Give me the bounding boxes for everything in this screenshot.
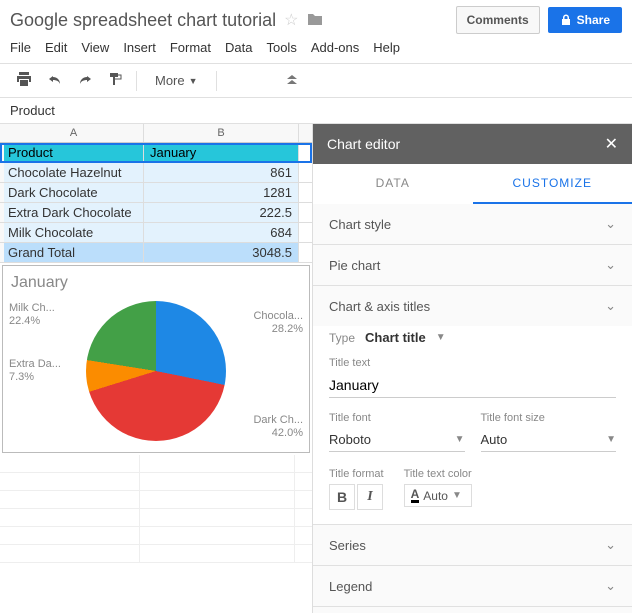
paint-format-icon[interactable]	[102, 68, 128, 93]
col-header-a[interactable]: A	[4, 124, 144, 142]
empty-row[interactable]	[0, 455, 312, 473]
table-header-row[interactable]: Product January	[0, 143, 312, 163]
section-chart-style[interactable]: Chart style⌄	[313, 204, 632, 244]
folder-icon[interactable]	[307, 12, 323, 29]
share-button[interactable]: Share	[548, 7, 622, 33]
empty-row[interactable]	[0, 473, 312, 491]
chart-editor-panel: Chart editor ✕ DATA CUSTOMIZE Chart styl…	[312, 124, 632, 613]
title-color-label: Title text color	[404, 468, 472, 480]
section-legend[interactable]: Legend⌄	[313, 566, 632, 606]
cell[interactable]: Product	[4, 143, 144, 162]
chevron-down-icon: ▼	[455, 434, 465, 445]
chevron-down-icon: ⌄	[605, 578, 616, 594]
spreadsheet[interactable]: A B Product January Chocolate Hazelnut86…	[0, 124, 312, 613]
editor-title: Chart editor	[327, 136, 400, 152]
chart-title: January	[7, 274, 305, 292]
cell[interactable]: 684	[144, 223, 299, 242]
menu-view[interactable]: View	[81, 40, 109, 55]
star-icon[interactable]: ☆	[284, 10, 298, 30]
type-label: Type	[329, 331, 355, 345]
cell[interactable]: 1281	[144, 183, 299, 202]
tab-customize[interactable]: CUSTOMIZE	[473, 164, 632, 204]
section-axis-titles[interactable]: Chart & axis titles⌄	[313, 286, 632, 326]
cell[interactable]: Dark Chocolate	[4, 183, 144, 202]
menu-format[interactable]: Format	[170, 40, 211, 55]
cell[interactable]: Chocolate Hazelnut	[4, 163, 144, 182]
col-header-b[interactable]: B	[144, 124, 299, 142]
table-total-row[interactable]: Grand Total3048.5	[0, 243, 312, 263]
title-text-label: Title text	[329, 357, 616, 369]
tab-data[interactable]: DATA	[313, 164, 473, 204]
title-font-select[interactable]: Roboto▼	[329, 428, 465, 452]
type-select[interactable]: Chart title	[365, 330, 426, 345]
menu-insert[interactable]: Insert	[123, 40, 156, 55]
italic-button[interactable]: I	[357, 484, 383, 510]
table-row[interactable]: Milk Chocolate684	[0, 223, 312, 243]
table-row[interactable]: Dark Chocolate1281	[0, 183, 312, 203]
chevron-down-icon: ⌄	[605, 298, 616, 314]
name-box[interactable]: Product	[0, 98, 632, 124]
toolbar: More▼	[0, 63, 632, 98]
separator	[216, 71, 217, 91]
empty-row[interactable]	[0, 509, 312, 527]
pie-label-choc: Chocola...28.2%	[253, 310, 303, 336]
chevron-down-icon: ▼	[452, 490, 462, 501]
doc-title[interactable]: Google spreadsheet chart tutorial	[10, 10, 276, 31]
print-icon[interactable]	[10, 68, 38, 93]
menu-help[interactable]: Help	[373, 40, 400, 55]
cell[interactable]: 222.5	[144, 203, 299, 222]
menu-edit[interactable]: Edit	[45, 40, 67, 55]
empty-row[interactable]	[0, 545, 312, 563]
chevron-down-icon: ▼	[189, 76, 198, 86]
title-text-input[interactable]	[329, 373, 616, 398]
cell[interactable]: January	[144, 143, 299, 162]
chevron-down-icon: ⌄	[605, 257, 616, 273]
pie-chart	[86, 301, 226, 441]
cell[interactable]: Milk Chocolate	[4, 223, 144, 242]
bold-button[interactable]: B	[329, 484, 355, 510]
more-button[interactable]: More▼	[145, 69, 208, 92]
menu-file[interactable]: File	[10, 40, 31, 55]
title-font-label: Title font	[329, 412, 465, 424]
chevron-down-icon: ⌄	[605, 216, 616, 232]
section-pie-chart[interactable]: Pie chart⌄	[313, 245, 632, 285]
menubar: File Edit View Insert Format Data Tools …	[10, 34, 622, 63]
pie-label-extra: Extra Da...7.3%	[9, 358, 61, 384]
undo-icon[interactable]	[42, 69, 68, 93]
menu-data[interactable]: Data	[225, 40, 252, 55]
title-size-label: Title font size	[481, 412, 617, 424]
chevron-down-icon: ▼	[436, 332, 446, 343]
cell[interactable]: Extra Dark Chocolate	[4, 203, 144, 222]
cell[interactable]: 861	[144, 163, 299, 182]
collapse-icon[interactable]	[285, 72, 299, 89]
title-color-select[interactable]: AAuto▼	[404, 484, 472, 507]
title-format-label: Title format	[329, 468, 384, 480]
section-series[interactable]: Series⌄	[313, 525, 632, 565]
table-row[interactable]: Chocolate Hazelnut861	[0, 163, 312, 183]
cell[interactable]: Grand Total	[4, 243, 144, 262]
redo-icon[interactable]	[72, 69, 98, 93]
menu-tools[interactable]: Tools	[266, 40, 296, 55]
table-row[interactable]: Extra Dark Chocolate222.5	[0, 203, 312, 223]
chevron-down-icon: ▼	[606, 434, 616, 445]
chevron-down-icon: ⌄	[605, 537, 616, 553]
menu-addons[interactable]: Add-ons	[311, 40, 359, 55]
cell[interactable]: 3048.5	[144, 243, 299, 262]
empty-row[interactable]	[0, 491, 312, 509]
title-size-select[interactable]: Auto▼	[481, 428, 617, 452]
pie-label-dark: Dark Ch...42.0%	[253, 414, 303, 440]
close-icon[interactable]: ✕	[605, 134, 618, 154]
lock-icon	[560, 14, 572, 26]
empty-row[interactable]	[0, 527, 312, 545]
pie-label-milk: Milk Ch...22.4%	[9, 302, 55, 328]
comments-button[interactable]: Comments	[456, 6, 540, 34]
separator	[136, 71, 137, 91]
embedded-chart[interactable]: January Milk Ch...22.4% Extra Da...7.3% …	[2, 265, 310, 453]
